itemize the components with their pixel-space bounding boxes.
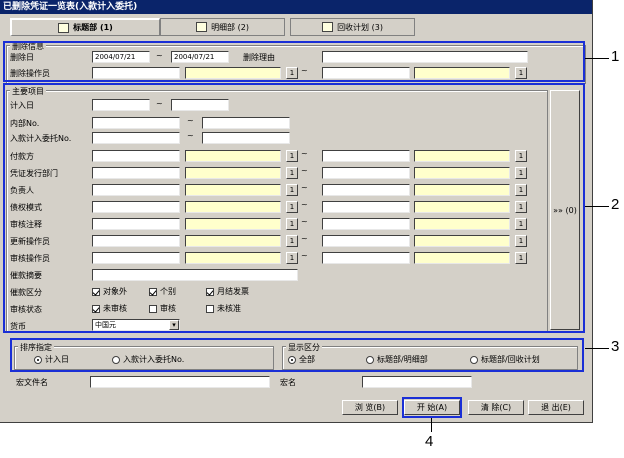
callout-3: 3 <box>611 338 620 355</box>
clear-button[interactable]: 清 除(C) <box>468 400 524 415</box>
callout-line-1 <box>585 58 609 59</box>
macro-name-input[interactable] <box>362 376 472 388</box>
annotation-box-2 <box>3 83 585 333</box>
annotation-box-3 <box>10 338 584 372</box>
callout-4: 4 <box>425 433 434 450</box>
document-icon <box>196 22 208 32</box>
callout-line-4 <box>431 418 432 432</box>
callout-2: 2 <box>611 196 620 213</box>
book-icon <box>58 22 70 33</box>
annotation-box-4 <box>402 397 462 418</box>
callout-line-2 <box>585 206 609 207</box>
macro-name-label: 宏名 <box>280 378 296 387</box>
calendar-icon <box>322 22 334 32</box>
tab-detail[interactable]: 明细部 (2) <box>160 18 285 36</box>
macro-file-label: 宏文件名 <box>16 378 48 387</box>
browse-button[interactable]: 浏 览(B) <box>342 400 398 415</box>
macro-file-input[interactable] <box>90 376 270 388</box>
annotation-box-1 <box>3 41 585 82</box>
callout-1: 1 <box>611 48 620 65</box>
callout-line-3 <box>585 348 609 349</box>
tab-collection-plan[interactable]: 回收计划 (3) <box>290 18 415 36</box>
window-title: 已删除凭证一览表(入款计入委托) <box>0 0 592 14</box>
tab-header[interactable]: 标题部 (1) <box>10 18 160 36</box>
exit-button[interactable]: 退 出(E) <box>528 400 584 415</box>
